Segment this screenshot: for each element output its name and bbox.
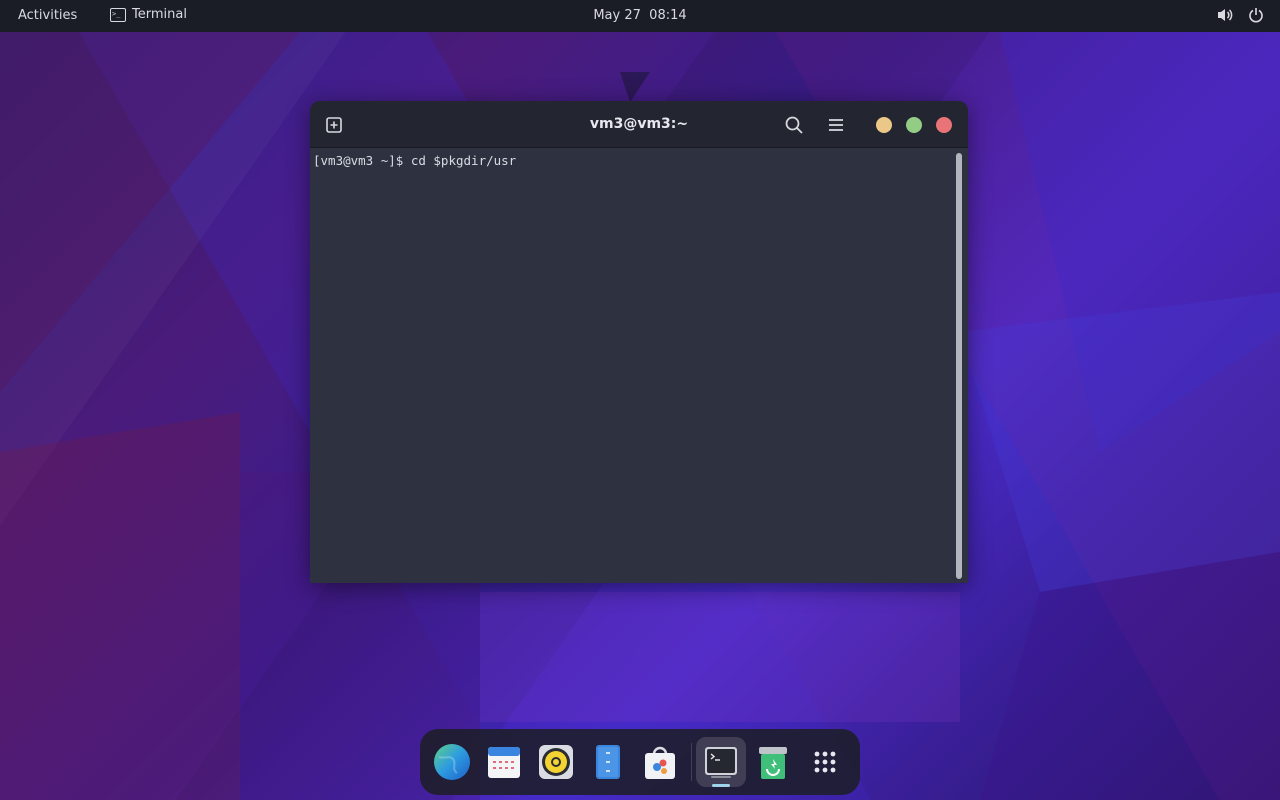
web-browser-icon[interactable]	[433, 743, 471, 781]
app-grid-icon[interactable]	[806, 743, 844, 781]
running-indicator	[712, 784, 730, 787]
minimize-button[interactable]	[876, 117, 892, 133]
trash-icon[interactable]	[754, 743, 792, 781]
clock-time: 08:14	[649, 8, 687, 23]
terminal-line: [vm3@vm3 ~]$ cd $pkgdir/usr	[313, 153, 517, 168]
system-tray[interactable]	[1216, 7, 1264, 27]
hamburger-menu-icon	[829, 119, 843, 131]
dock-separator	[691, 743, 692, 781]
app-menu-label: Terminal	[132, 7, 187, 22]
clock: May 27 08:14	[0, 8, 1280, 23]
clock-button[interactable]: May 27 08:14	[593, 8, 686, 23]
terminal-output[interactable]: [vm3@vm3 ~]$ cd $pkgdir/usr	[310, 149, 968, 583]
header-bar: vm3@vm3:~	[310, 101, 968, 148]
volume-icon	[1216, 7, 1234, 27]
maximize-button[interactable]	[906, 117, 922, 133]
app-menu[interactable]: >_ Terminal	[110, 7, 187, 22]
file-manager-icon[interactable]	[589, 743, 627, 781]
top-bar: Activities >_ Terminal May 27 08:14	[0, 0, 1280, 32]
terminal-icon[interactable]	[702, 743, 740, 781]
new-tab-button[interactable]	[324, 115, 344, 135]
power-icon	[1248, 7, 1264, 27]
dock	[420, 729, 860, 795]
scrollbar[interactable]	[956, 153, 962, 579]
clock-date: May 27	[593, 8, 641, 23]
software-store-icon[interactable]	[641, 743, 679, 781]
search-icon	[785, 116, 803, 134]
close-button[interactable]	[936, 117, 952, 133]
terminal-window: vm3@vm3:~ [vm3@vm3 ~]$ cd $pkgdir/usr	[310, 101, 968, 583]
window-title: vm3@vm3:~	[589, 116, 689, 132]
rhythmbox-icon[interactable]	[537, 743, 575, 781]
search-button[interactable]	[784, 115, 804, 139]
terminal-icon: >_	[110, 7, 126, 22]
new-tab-icon	[326, 117, 342, 133]
menu-button[interactable]	[826, 115, 846, 139]
calendar-icon[interactable]	[485, 743, 523, 781]
activities-button[interactable]: Activities	[18, 8, 77, 23]
